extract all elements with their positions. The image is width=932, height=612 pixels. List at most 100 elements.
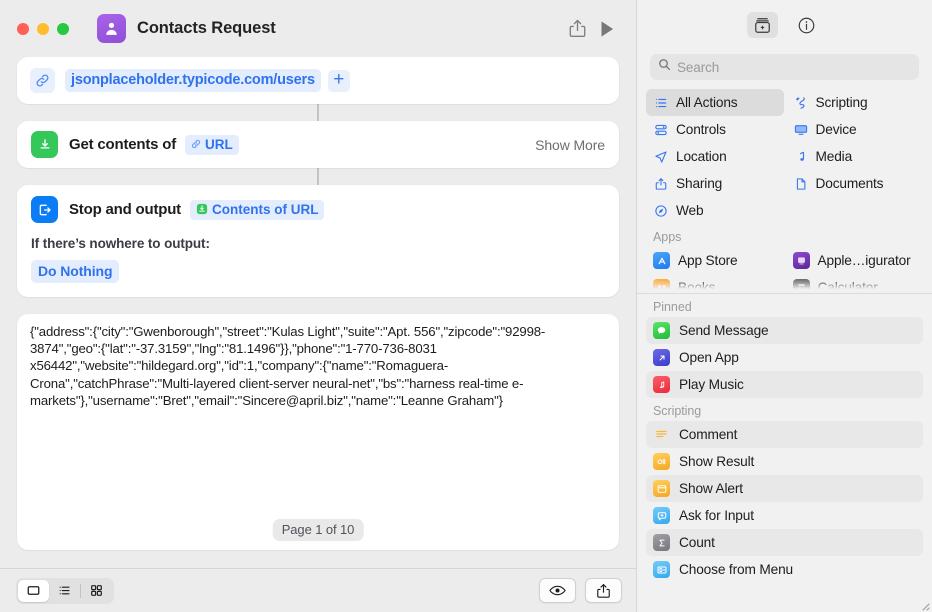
scripting-item-ask-for-input[interactable]: Ask for Input: [646, 502, 923, 529]
comment-lines-icon: [653, 426, 670, 443]
traffic-lights: [17, 22, 69, 35]
scripting-label: Count: [679, 535, 715, 550]
view-mode-segmented-control[interactable]: [16, 577, 114, 604]
music-app-icon: [653, 376, 670, 393]
action-card-stop-and-output[interactable]: Stop and output Contents of URL If there…: [17, 185, 619, 297]
download-url-icon: [31, 131, 58, 158]
search-container: Search: [637, 50, 932, 80]
token-contents-of-url[interactable]: Contents of URL: [189, 199, 325, 220]
library-add-icon[interactable]: [747, 12, 778, 38]
token-label: Contents of URL: [211, 201, 319, 217]
app-store-icon: [653, 252, 670, 269]
window-resize-grip[interactable]: [918, 598, 930, 611]
scripting-list: Comment Show Result Show Alert Ask for I…: [637, 421, 932, 583]
token-url[interactable]: URL: [185, 134, 239, 155]
category-label: Controls: [676, 122, 726, 137]
action-library-sidebar: Search All Actions Scripting Controls De…: [636, 0, 932, 612]
ask-input-icon: [653, 507, 670, 524]
category-location[interactable]: Location: [646, 143, 784, 170]
pinned-item-send-message[interactable]: Send Message: [646, 317, 923, 344]
sidebar-toolbar: [637, 0, 932, 50]
pinned-list: Send Message Open App Play Music: [637, 317, 932, 398]
app-item-apple-configurator[interactable]: Apple…igurator: [786, 247, 924, 274]
category-device[interactable]: Device: [786, 116, 924, 143]
action-card-get-contents[interactable]: Get contents of URL Show More: [17, 121, 619, 168]
apps-grid: App Store Apple…igurator Books Calculato…: [637, 247, 932, 291]
pinned-item-open-app[interactable]: Open App: [646, 344, 923, 371]
window-titlebar: Contacts Request: [0, 0, 636, 57]
link-icon: [30, 68, 55, 93]
music-note-icon: [793, 150, 809, 164]
scripting-item-choose-from-menu[interactable]: Choose from Menu: [646, 556, 923, 583]
shortcuts-window: Contacts Request jsonplaceholder.typicod…: [0, 0, 932, 612]
apps-section-title: Apps: [653, 230, 682, 244]
action-connector: [317, 104, 319, 121]
add-url-button[interactable]: +: [327, 69, 350, 92]
link-icon: [191, 139, 201, 149]
scripting-label: Show Result: [679, 454, 755, 469]
category-label: Documents: [815, 176, 884, 191]
editor-bottom-bar: [0, 568, 636, 612]
grid-view-button[interactable]: [81, 580, 112, 602]
info-circle-icon[interactable]: [791, 12, 822, 38]
share-button[interactable]: [562, 15, 592, 43]
category-label: Device: [815, 122, 857, 137]
category-all-actions[interactable]: All Actions: [646, 89, 784, 116]
category-label: Location: [676, 149, 727, 164]
app-item-calculator[interactable]: Calculator: [786, 274, 924, 291]
action-connector: [317, 168, 319, 185]
pinned-label: Open App: [679, 350, 739, 365]
fallback-choice-button[interactable]: Do Nothing: [31, 260, 120, 283]
stop-output-header: Stop and output Contents of URL: [31, 196, 605, 223]
contact-person-icon: [97, 14, 126, 43]
scripting-item-count[interactable]: Count: [646, 529, 923, 556]
apple-configurator-icon: [792, 252, 810, 269]
display-icon: [793, 123, 809, 137]
apps-section: App Store Apple…igurator Books Calculato…: [637, 247, 932, 291]
calculator-icon: [792, 279, 810, 291]
single-view-button[interactable]: [18, 579, 49, 602]
action-title: Stop and output: [69, 201, 181, 218]
app-label: App Store: [678, 253, 738, 268]
category-documents[interactable]: Documents: [786, 170, 924, 197]
show-more-button[interactable]: Show More: [535, 137, 605, 153]
search-placeholder: Search: [677, 59, 720, 75]
result-json-text: {"address":{"city":"Gwenborough","street…: [30, 324, 546, 408]
pinned-section-title: Pinned: [653, 300, 692, 314]
export-button[interactable]: [585, 578, 622, 603]
url-value-token[interactable]: jsonplaceholder.typicode.com/users: [65, 69, 321, 92]
category-controls[interactable]: Controls: [646, 116, 784, 143]
close-button[interactable]: [17, 22, 29, 35]
show-alert-icon: [653, 480, 670, 497]
scripting-item-show-result[interactable]: Show Result: [646, 448, 923, 475]
fallback-label: If there’s nowhere to output:: [31, 236, 210, 251]
search-input[interactable]: Search: [650, 54, 919, 80]
app-item-books[interactable]: Books: [646, 274, 784, 291]
app-item-app-store[interactable]: App Store: [646, 247, 784, 274]
list-view-button[interactable]: [49, 580, 80, 602]
pinned-item-play-music[interactable]: Play Music: [646, 371, 923, 398]
scripting-label: Ask for Input: [679, 508, 754, 523]
scripting-icon: [793, 96, 809, 110]
preview-toggle-button[interactable]: [539, 578, 576, 603]
scripting-item-comment[interactable]: Comment: [646, 421, 923, 448]
app-label: Apple…igurator: [817, 253, 911, 268]
category-media[interactable]: Media: [786, 143, 924, 170]
result-preview-card[interactable]: {"address":{"city":"Gwenborough","street…: [17, 314, 619, 550]
pinned-label: Send Message: [679, 323, 769, 338]
scripting-item-show-alert[interactable]: Show Alert: [646, 475, 923, 502]
run-button[interactable]: [592, 15, 622, 43]
category-web[interactable]: Web: [646, 197, 784, 224]
messages-icon: [653, 322, 670, 339]
zoom-button[interactable]: [57, 22, 69, 35]
books-icon: [653, 279, 670, 291]
category-label: Web: [676, 203, 704, 218]
category-scripting[interactable]: Scripting: [786, 89, 924, 116]
minimize-button[interactable]: [37, 22, 49, 35]
actions-canvas: jsonplaceholder.typicode.com/users + Get…: [0, 57, 636, 568]
search-icon: [658, 58, 671, 76]
category-sharing[interactable]: Sharing: [646, 170, 784, 197]
pinned-label: Play Music: [679, 377, 744, 392]
category-grid: All Actions Scripting Controls Device Lo…: [637, 80, 932, 224]
action-card-url[interactable]: jsonplaceholder.typicode.com/users +: [17, 57, 619, 104]
